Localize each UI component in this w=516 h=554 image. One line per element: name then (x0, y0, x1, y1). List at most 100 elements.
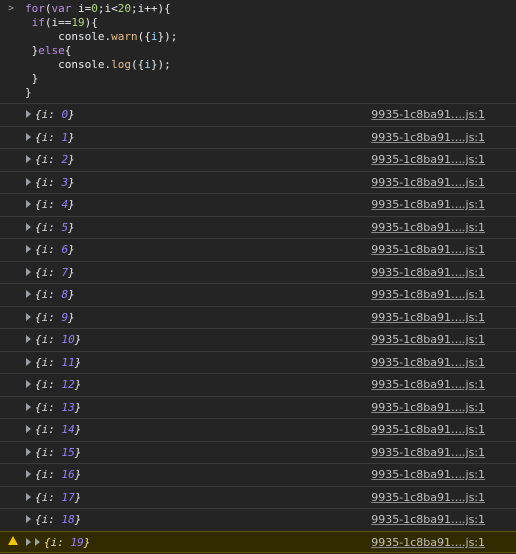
source-link[interactable]: 9935-1c8ba91….js:1 (371, 310, 485, 325)
object-value: 15 (61, 446, 75, 459)
source-link[interactable]: 9935-1c8ba91….js:1 (371, 197, 485, 212)
object-value: 3 (61, 176, 69, 189)
expand-arrow-icon[interactable] (26, 245, 31, 253)
object-key: i (41, 311, 49, 324)
logged-object[interactable]: {i: 6} (35, 242, 75, 257)
object-key: i (41, 221, 49, 234)
object-key: i (41, 378, 49, 391)
source-link[interactable]: 9935-1c8ba91….js:1 (371, 355, 485, 370)
console-warning-row[interactable]: {i: 19} 9935-1c8ba91….js:1 (0, 531, 516, 553)
prompt-chevron-icon: > (8, 3, 15, 14)
expand-arrow-icon[interactable] (26, 268, 31, 276)
expand-arrow-icon[interactable] (26, 493, 31, 501)
logged-object[interactable]: {i: 8} (35, 287, 75, 302)
source-link[interactable]: 9935-1c8ba91….js:1 (371, 175, 485, 190)
expand-arrow-icon[interactable] (26, 200, 31, 208)
code-line: } (25, 72, 39, 85)
logged-object[interactable]: {i: 2} (35, 152, 75, 167)
source-link[interactable]: 9935-1c8ba91….js:1 (371, 287, 485, 302)
expand-arrow-icon[interactable] (26, 290, 31, 298)
console-log-row[interactable]: {i: 4} 9935-1c8ba91….js:1 (0, 193, 516, 215)
console-log-row[interactable]: {i: 2} 9935-1c8ba91….js:1 (0, 148, 516, 170)
source-link[interactable]: 9935-1c8ba91….js:1 (371, 400, 485, 415)
object-value: 0 (61, 108, 69, 121)
object-key: i (50, 536, 58, 549)
source-link[interactable]: 9935-1c8ba91….js:1 (371, 467, 485, 482)
logged-object[interactable]: {i: 7} (35, 265, 75, 280)
console-log-row[interactable]: {i: 8} 9935-1c8ba91….js:1 (0, 283, 516, 305)
console-log-row[interactable]: {i: 7} 9935-1c8ba91….js:1 (0, 261, 516, 283)
logged-object[interactable]: {i: 19} (44, 535, 90, 550)
logged-object[interactable]: {i: 1} (35, 130, 75, 145)
logged-object[interactable]: {i: 12} (35, 377, 81, 392)
code-line: console.log({i}); (25, 58, 171, 71)
expand-object-arrow-icon[interactable] (35, 538, 40, 546)
expand-arrow-icon[interactable] (26, 515, 31, 523)
logged-object[interactable]: {i: 9} (35, 310, 75, 325)
expand-arrow-icon[interactable] (26, 403, 31, 411)
console-log-row[interactable]: {i: 18} 9935-1c8ba91….js:1 (0, 508, 516, 530)
source-link[interactable]: 9935-1c8ba91….js:1 (371, 107, 485, 122)
console-log-row[interactable]: {i: 0} 9935-1c8ba91….js:1 (0, 103, 516, 125)
expand-arrow-icon[interactable] (26, 178, 31, 186)
console-log-row[interactable]: {i: 10} 9935-1c8ba91….js:1 (0, 328, 516, 350)
console-log-row[interactable]: {i: 17} 9935-1c8ba91….js:1 (0, 486, 516, 508)
logged-object[interactable]: {i: 4} (35, 197, 75, 212)
logged-object[interactable]: {i: 17} (35, 490, 81, 505)
console-log-row[interactable]: {i: 12} 9935-1c8ba91….js:1 (0, 373, 516, 395)
source-link[interactable]: 9935-1c8ba91….js:1 (371, 512, 485, 527)
expand-arrow-icon[interactable] (26, 335, 31, 343)
logged-object[interactable]: {i: 15} (35, 445, 81, 460)
object-value: 18 (61, 513, 75, 526)
source-link[interactable]: 9935-1c8ba91….js:1 (371, 242, 485, 257)
object-value: 8 (61, 288, 69, 301)
expand-arrow-icon[interactable] (26, 380, 31, 388)
console-log-row[interactable]: {i: 16} 9935-1c8ba91….js:1 (0, 463, 516, 485)
source-link[interactable]: 9935-1c8ba91….js:1 (371, 265, 485, 280)
logged-object[interactable]: {i: 11} (35, 355, 81, 370)
expand-arrow-icon[interactable] (26, 133, 31, 141)
code-line: for(var i=0;i<20;i++){ (25, 2, 171, 15)
logged-object[interactable]: {i: 16} (35, 467, 81, 482)
object-value: 12 (61, 378, 75, 391)
expand-arrow-icon[interactable] (26, 223, 31, 231)
logged-object[interactable]: {i: 3} (35, 175, 75, 190)
expand-arrow-icon[interactable] (26, 425, 31, 433)
logged-object[interactable]: {i: 14} (35, 422, 81, 437)
logged-object[interactable]: {i: 10} (35, 332, 81, 347)
logged-object[interactable]: {i: 5} (35, 220, 75, 235)
expand-arrow-icon[interactable] (26, 470, 31, 478)
source-link[interactable]: 9935-1c8ba91….js:1 (371, 377, 485, 392)
expand-arrow-icon[interactable] (26, 110, 31, 118)
source-link[interactable]: 9935-1c8ba91….js:1 (371, 490, 485, 505)
console-log-row[interactable]: {i: 1} 9935-1c8ba91….js:1 (0, 126, 516, 148)
expand-arrow-icon[interactable] (26, 358, 31, 366)
source-link[interactable]: 9935-1c8ba91….js:1 (371, 422, 485, 437)
logged-object[interactable]: {i: 0} (35, 107, 75, 122)
console-log-row[interactable]: {i: 6} 9935-1c8ba91….js:1 (0, 238, 516, 260)
logged-object[interactable]: {i: 13} (35, 400, 81, 415)
devtools-console: > for(var i=0;i<20;i++){ if(i==19){ cons… (0, 0, 516, 554)
expand-arrow-icon[interactable] (26, 155, 31, 163)
object-key: i (41, 491, 49, 504)
object-key: i (41, 446, 49, 459)
expand-arrow-icon[interactable] (26, 313, 31, 321)
expand-arrow-icon[interactable] (26, 448, 31, 456)
source-link[interactable]: 9935-1c8ba91….js:1 (371, 535, 485, 550)
source-link[interactable]: 9935-1c8ba91….js:1 (371, 152, 485, 167)
console-log-row[interactable]: {i: 14} 9935-1c8ba91….js:1 (0, 418, 516, 440)
source-link[interactable]: 9935-1c8ba91….js:1 (371, 220, 485, 235)
object-value: 19 (70, 536, 84, 549)
console-log-row[interactable]: {i: 5} 9935-1c8ba91….js:1 (0, 216, 516, 238)
logged-object[interactable]: {i: 18} (35, 512, 81, 527)
source-link[interactable]: 9935-1c8ba91….js:1 (371, 332, 485, 347)
source-link[interactable]: 9935-1c8ba91….js:1 (371, 130, 485, 145)
console-log-row[interactable]: {i: 15} 9935-1c8ba91….js:1 (0, 441, 516, 463)
console-log-row[interactable]: {i: 3} 9935-1c8ba91….js:1 (0, 171, 516, 193)
expand-arrow-icon[interactable] (26, 538, 31, 546)
console-log-row[interactable]: {i: 9} 9935-1c8ba91….js:1 (0, 306, 516, 328)
console-log-row[interactable]: {i: 13} 9935-1c8ba91….js:1 (0, 396, 516, 418)
console-log-row[interactable]: {i: 11} 9935-1c8ba91….js:1 (0, 351, 516, 373)
source-link[interactable]: 9935-1c8ba91….js:1 (371, 445, 485, 460)
object-value: 5 (61, 221, 69, 234)
